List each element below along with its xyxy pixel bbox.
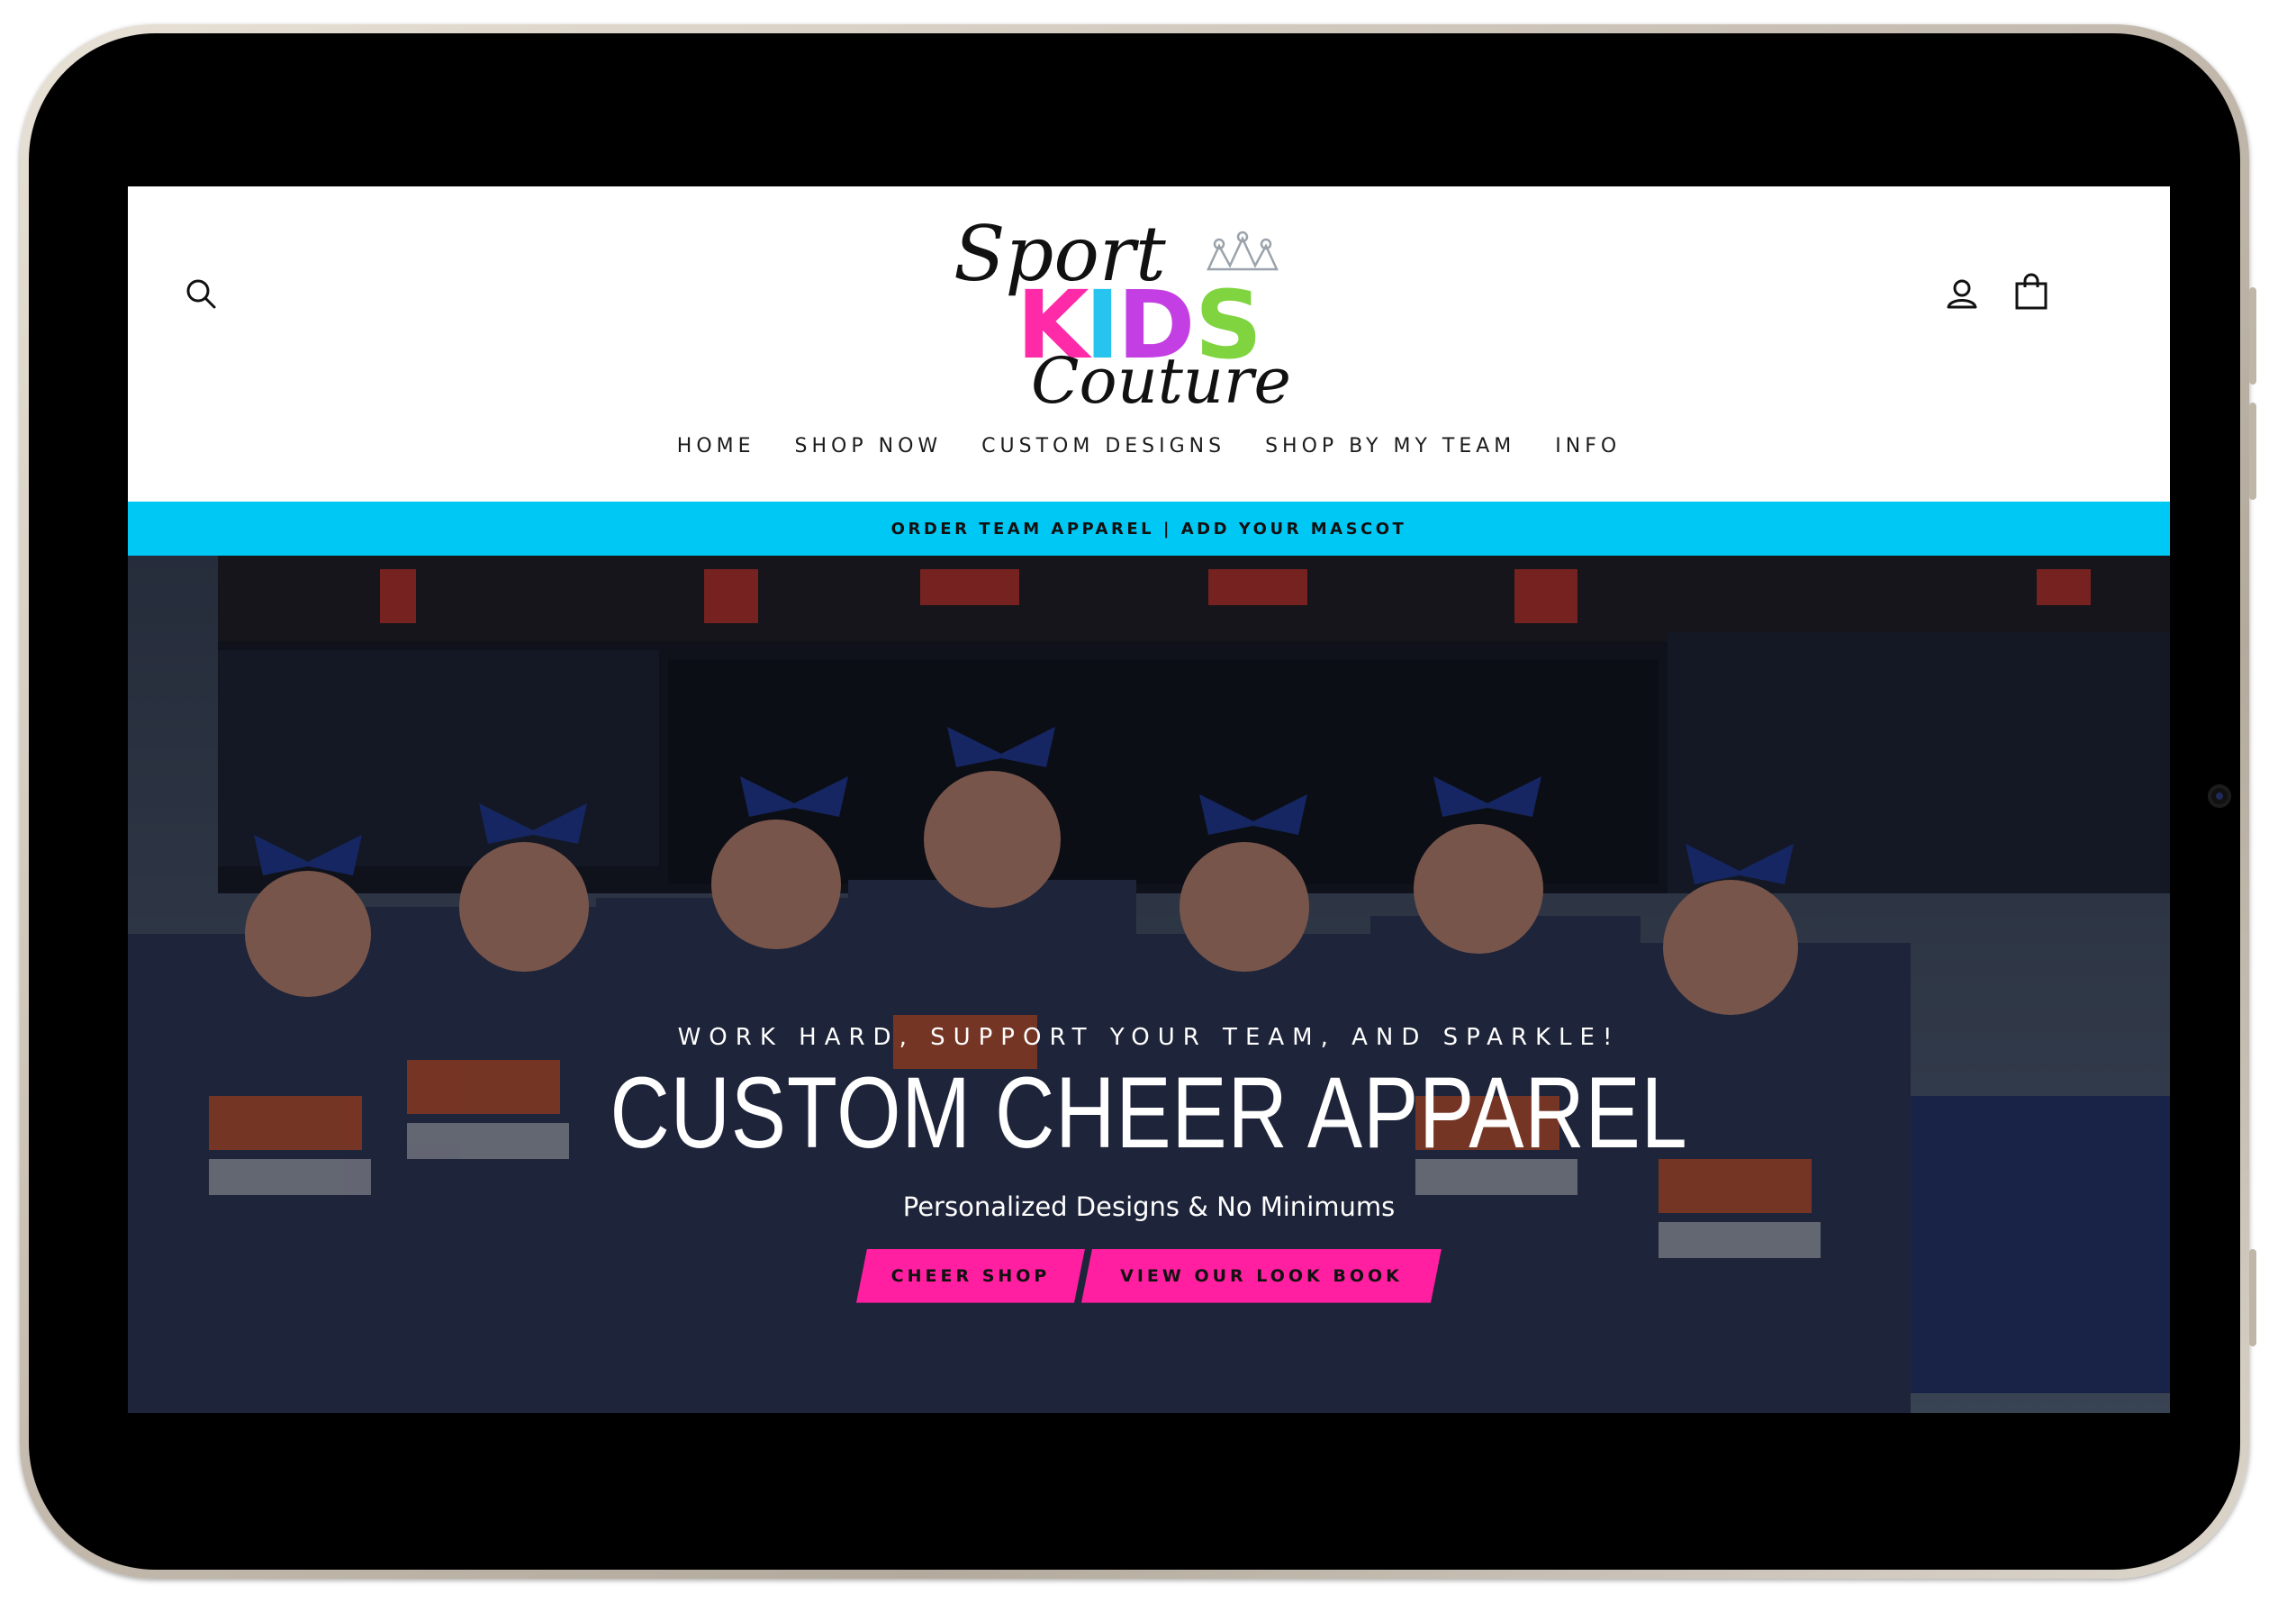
hero-subheading: WORK HARD, SUPPORT YOUR TEAM, AND SPARKL… <box>677 1024 1621 1051</box>
logo[interactable]: Sport K I D S Couture <box>943 197 1366 413</box>
cheer-shop-button[interactable]: CHEER SHOP <box>856 1249 1085 1303</box>
tablet-screen: Sport K I D S Couture HOME SHOP NOW CUST… <box>128 129 2170 1473</box>
volume-down-button <box>2249 403 2256 500</box>
hero-buttons: CHEER SHOP VIEW OUR LOOK BOOK <box>128 1249 2170 1303</box>
hero-content: WORK HARD, SUPPORT YOUR TEAM, AND SPARKL… <box>128 1024 2170 1303</box>
announcement-text[interactable]: ORDER TEAM APPAREL | ADD YOUR MASCOT <box>891 520 1407 539</box>
view-look-book-button[interactable]: VIEW OUR LOOK BOOK <box>1081 1249 1442 1303</box>
hero-title: CUSTOM CHEER APPAREL <box>610 1056 1688 1169</box>
main-navigation: HOME SHOP NOW CUSTOM DESIGNS SHOP BY MY … <box>128 435 2170 457</box>
announcement-bar: ORDER TEAM APPAREL | ADD YOUR MASCOT <box>128 502 2170 556</box>
nav-home[interactable]: HOME <box>677 435 755 457</box>
hero-banner: WORK HARD, SUPPORT YOUR TEAM, AND SPARKL… <box>128 556 2170 1413</box>
hero-text: Personalized Designs & No Minimums <box>902 1191 1396 1222</box>
camera-icon <box>2208 784 2231 808</box>
shopping-bag-icon[interactable] <box>2013 273 2049 311</box>
site-header: Sport K I D S Couture HOME SHOP NOW CUST… <box>128 186 2170 502</box>
logo-word-3: Couture <box>1031 344 1291 413</box>
volume-up-button <box>2249 287 2256 385</box>
search-icon[interactable] <box>184 276 218 311</box>
nav-shop-now[interactable]: SHOP NOW <box>795 435 943 457</box>
power-button <box>2249 1249 2256 1346</box>
nav-custom-designs[interactable]: CUSTOM DESIGNS <box>981 435 1225 457</box>
website: Sport K I D S Couture HOME SHOP NOW CUST… <box>128 186 2170 1413</box>
nav-info[interactable]: INFO <box>1555 435 1621 457</box>
user-icon[interactable] <box>1945 276 1979 311</box>
nav-shop-by-my-team[interactable]: SHOP BY MY TEAM <box>1265 435 1515 457</box>
